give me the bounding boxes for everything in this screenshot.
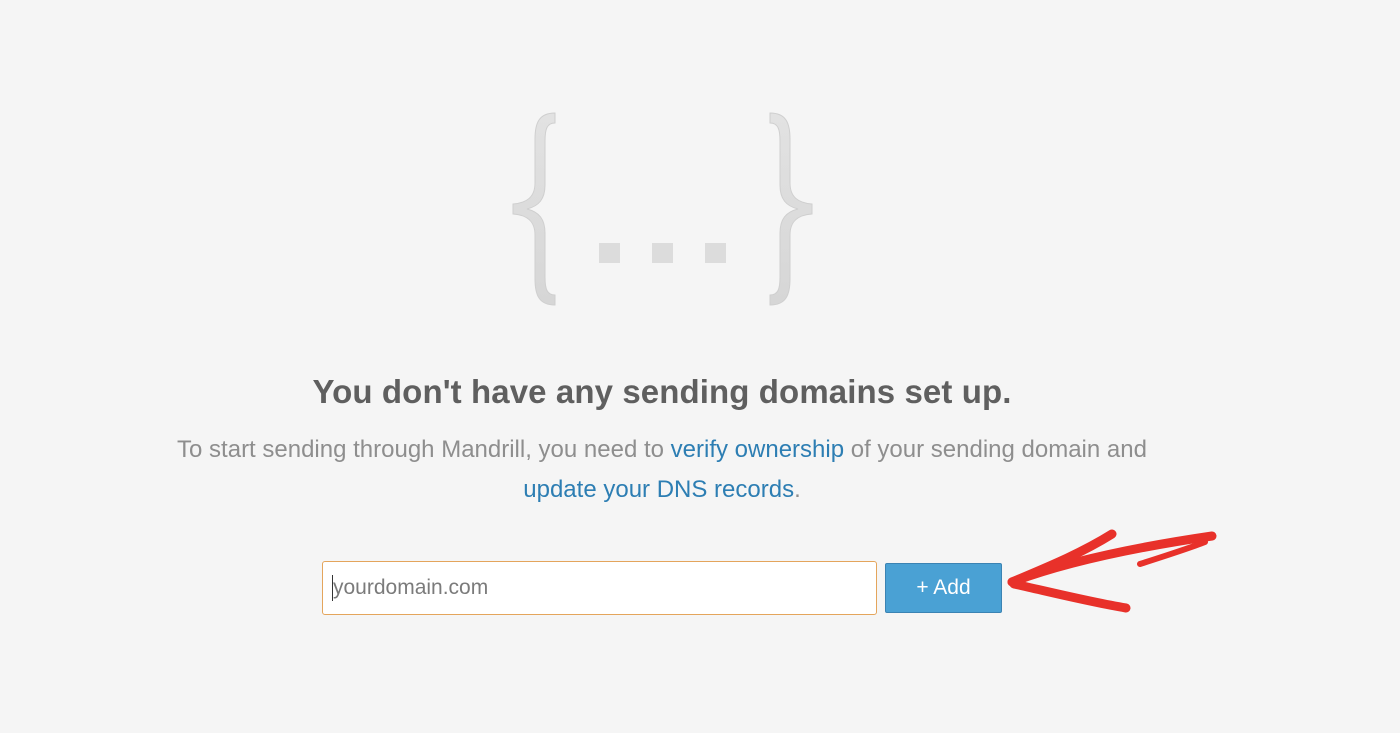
description-text-2: of your sending domain and [844,436,1147,463]
description-text-1: To start sending through Mandrill, you n… [177,436,671,463]
update-dns-records-link[interactable]: update your DNS records [523,476,794,503]
red-arrow-annotation-icon [1000,520,1230,620]
empty-state-description: To start sending through Mandrill, you n… [100,430,1224,510]
add-domain-button[interactable]: + Add [885,563,1002,613]
curly-braces-ellipsis-icon [505,105,820,315]
sending-domains-page: You don't have any sending domains set u… [0,0,1400,733]
verify-ownership-link[interactable]: verify ownership [671,436,844,463]
text-cursor [332,575,333,601]
empty-state-headline: You don't have any sending domains set u… [312,373,1012,410]
description-text-3: . [794,476,801,503]
domain-input[interactable] [322,561,877,615]
